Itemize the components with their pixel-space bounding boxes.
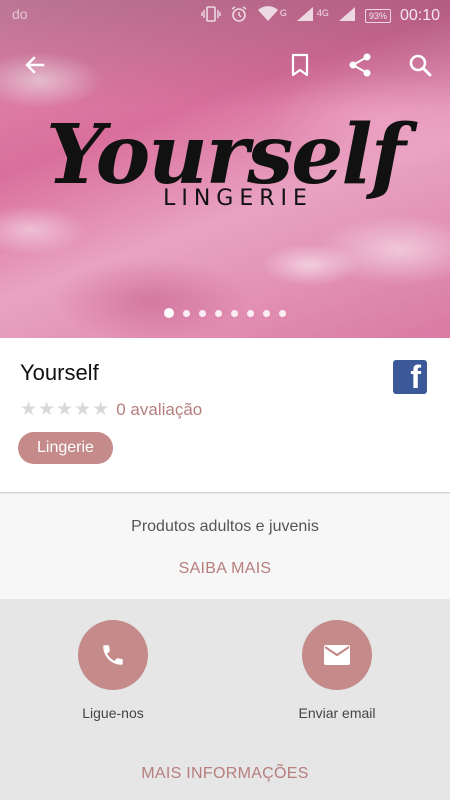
saiba-mais-link[interactable]: SAIBA MAIS [0, 560, 450, 578]
back-button[interactable] [20, 50, 50, 80]
carousel-dot[interactable] [263, 309, 270, 317]
star-icon: ★ [20, 399, 38, 420]
status-time: 00:10 [399, 6, 440, 24]
network-4g-label: 4G [316, 7, 329, 18]
email-label: Enviar email [298, 705, 376, 721]
bookmark-icon [291, 53, 309, 77]
status-bar: do G 4G 93% 00:10 [0, 0, 450, 30]
share-icon [349, 53, 371, 77]
description-section: Produtos adultos e juvenis SAIBA MAIS [0, 494, 450, 599]
store-name: Yourself [20, 360, 99, 385]
search-icon [409, 54, 432, 77]
email-button[interactable] [302, 620, 372, 690]
call-label: Ligue-nos [82, 705, 144, 721]
search-button[interactable] [405, 50, 435, 80]
carousel-dot[interactable] [247, 309, 254, 317]
call-button[interactable] [78, 620, 148, 690]
description-text: Produtos adultos e juvenis [131, 518, 319, 535]
category-chip[interactable]: Lingerie [18, 432, 113, 464]
carousel-dot[interactable] [279, 309, 286, 317]
carousel-dot[interactable] [231, 309, 238, 317]
contact-actions: Ligue-nos Enviar email MAIS INFORMAÇÕES [0, 599, 450, 800]
status-icons: G 4G 93% 00:10 [201, 5, 440, 26]
wifi-icon [257, 6, 279, 25]
arrow-left-icon [25, 56, 45, 74]
carousel-indicator[interactable] [0, 308, 450, 318]
more-info-link[interactable]: MAIS INFORMAÇÕES [0, 765, 450, 783]
share-button[interactable] [345, 50, 375, 80]
facebook-icon[interactable]: f [393, 359, 427, 395]
rating-label: 0 avaliação [116, 399, 203, 419]
carousel-dot[interactable] [183, 309, 190, 317]
signal-icon [296, 6, 314, 25]
hero-banner[interactable]: do G 4G 93% 00:10 Yourself LINGERIE [0, 0, 450, 338]
star-icon: ★ [74, 399, 92, 420]
star-icon: ★ [92, 399, 110, 420]
logo-subtitle: LINGERIE [163, 186, 313, 211]
call-action[interactable]: Ligue-nos [48, 620, 178, 721]
signal-icon-2 [338, 6, 356, 25]
battery-indicator: 93% [364, 8, 391, 23]
status-left-text: do [12, 6, 28, 22]
carousel-dot[interactable] [215, 309, 222, 317]
network-g-label: G [279, 7, 287, 18]
mail-icon [324, 645, 350, 665]
store-info-card: Yourself f ★ ★ ★ ★ ★ 0 avaliação Lingeri… [0, 338, 450, 493]
star-icon: ★ [38, 399, 56, 420]
star-icon: ★ [56, 399, 74, 420]
email-action[interactable]: Enviar email [272, 620, 402, 721]
rating-row[interactable]: ★ ★ ★ ★ ★ 0 avaliação [20, 398, 202, 421]
carousel-dot[interactable] [199, 309, 206, 317]
alarm-icon [230, 5, 248, 26]
phone-icon [103, 645, 123, 665]
vibrate-icon [201, 6, 221, 25]
carousel-dot[interactable] [164, 308, 174, 318]
bookmark-button[interactable] [285, 50, 315, 80]
